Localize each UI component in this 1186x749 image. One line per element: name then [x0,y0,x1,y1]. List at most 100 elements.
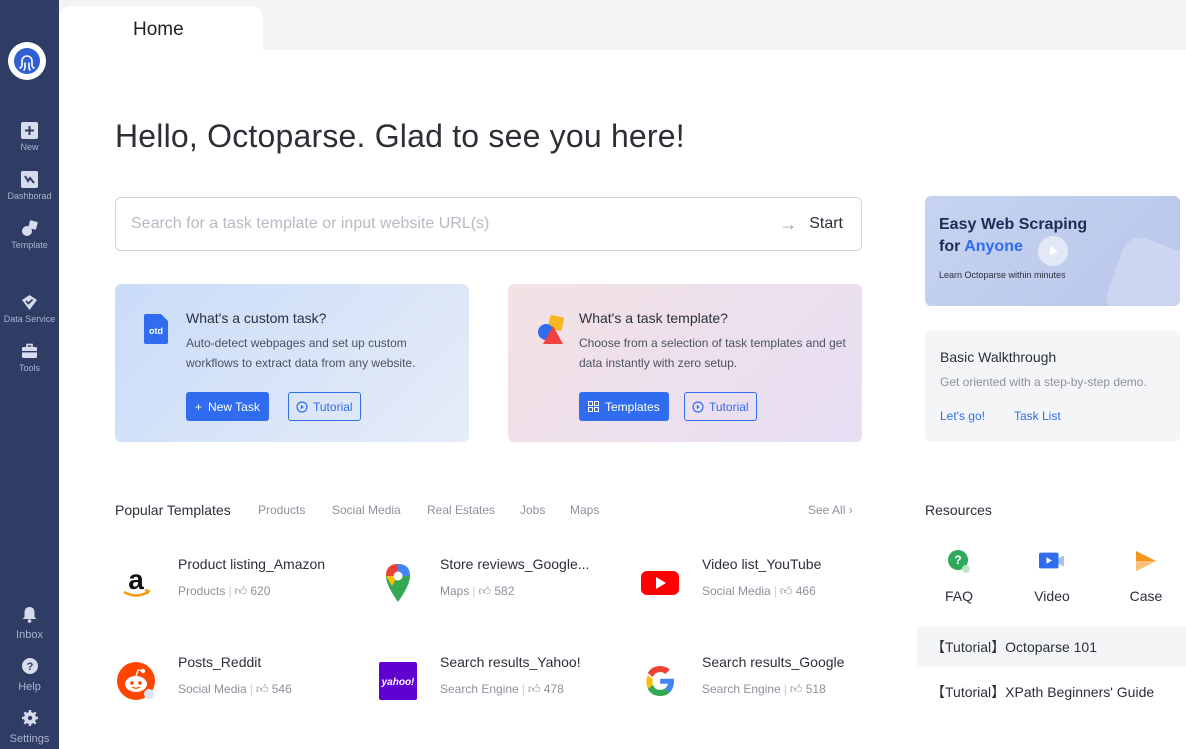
see-all-link[interactable]: See All › [808,503,853,517]
new-task-button[interactable]: + New Task [186,392,269,421]
card-description: Choose from a selection of task template… [579,336,846,370]
sidebar-item-label: Template [11,240,48,250]
template-name: Video list_YouTube [702,556,822,572]
template-category: Search Engine [702,682,781,696]
card-title: What's a custom task? [186,310,327,326]
sidebar-item-tools[interactable]: Tools [0,342,59,373]
sidebar-item-label: Help [18,681,41,693]
promo-highlight: Anyone [964,238,1023,255]
category-tab-real-estates[interactable]: Real Estates [427,503,495,517]
yahoo-logo-text: yahoo! [381,677,415,688]
template-name: Posts_Reddit [178,654,262,670]
sidebar: New Dashborad Template Data Service Tool… [0,0,59,749]
resource-faq[interactable]: ? FAQ [929,548,989,604]
google-logo [639,660,681,702]
template-meta: Products | 👍︎ 620 [178,584,271,598]
promo-subtitle: for Anyone [939,238,1023,256]
template-meta: Social Media | 👍︎ 466 [702,584,816,598]
tab-home[interactable]: Home [59,6,263,52]
resource-case[interactable]: Case [1116,548,1176,604]
template-item-google-maps[interactable]: Store reviews_Google... Maps | 👍︎ 582 [377,556,617,606]
template-item-amazon[interactable]: a Product listing_Amazon Products | 👍︎ 620 [115,556,355,606]
template-tutorial-button[interactable]: Tutorial [684,392,757,421]
lets-go-link[interactable]: Let's go! [940,409,985,423]
sidebar-item-help[interactable]: ? Help [0,657,59,693]
template-meta: Social Media | 👍︎ 546 [178,682,292,696]
plus-icon: + [195,399,203,414]
octoparse-logo[interactable] [8,42,46,80]
template-category: Social Media [702,584,771,598]
walkthrough-description: Get oriented with a step-by-step demo. [940,375,1147,389]
plus-square-icon [21,121,39,139]
template-likes: 620 [250,584,271,598]
template-name: Store reviews_Google... [440,556,590,572]
template-name: Search results_Google [702,654,845,670]
category-tab-social-media[interactable]: Social Media [332,503,401,517]
svg-text:?: ? [954,553,961,567]
data-service-icon [21,293,39,311]
thumbs-up-icon: 👍︎ [255,682,269,696]
category-tab-products[interactable]: Products [258,503,305,517]
tab-label: Home [133,19,184,40]
category-tab-maps[interactable]: Maps [570,503,599,517]
arrow-right-icon: → [779,213,798,234]
sidebar-item-new[interactable]: New [0,121,59,152]
search-input[interactable] [131,212,731,236]
sidebar-item-inbox[interactable]: Inbox [0,605,59,641]
youtube-logo [639,562,681,604]
template-likes: 518 [805,682,826,696]
custom-tutorial-button[interactable]: Tutorial [288,392,361,421]
play-icon[interactable] [1038,236,1068,266]
category-tab-jobs[interactable]: Jobs [520,503,545,517]
template-category: Maps [440,584,470,598]
dashboard-icon [21,170,39,188]
promo-title: Easy Web Scraping [939,216,1088,233]
walkthrough-title: Basic Walkthrough [940,349,1057,365]
promo-banner[interactable]: Easy Web Scraping for Anyone Learn Octop… [925,196,1180,306]
sidebar-item-dashboard[interactable]: Dashborad [0,170,59,201]
template-category: Social Media [178,682,247,696]
sidebar-item-settings[interactable]: Settings [0,709,59,745]
thumbs-up-icon: 👍︎ [478,584,492,598]
sidebar-item-label: Data Service [3,314,56,324]
thumbs-up-icon: 👍︎ [527,682,541,696]
video-icon [1039,548,1065,574]
faq-icon: ? [946,548,972,574]
decorative-shape [1101,232,1180,306]
custom-task-icon-text: otd [149,326,163,336]
template-item-google[interactable]: Search results_Google Search Engine | 👍︎ 5… [639,654,879,704]
resources-title: Resources [925,502,992,518]
thumbs-up-icon: 👍︎ [779,584,793,598]
sidebar-item-template[interactable]: Template [0,219,59,250]
template-meta: Maps | 👍︎ 582 [440,584,515,598]
card-description: Auto-detect webpages and set up custom w… [186,336,416,370]
task-template-card: What's a task template? Choose from a se… [508,284,862,442]
reddit-logo [115,660,157,702]
templates-button[interactable]: Templates [579,392,669,421]
template-item-yahoo[interactable]: yahoo! Search results_Yahoo! Search Engi… [377,654,617,704]
resource-label: Case [1129,588,1163,604]
shapes-icon [537,314,565,344]
promo-caption: Learn Octoparse within minutes [939,270,1066,280]
sidebar-item-label: New [20,142,39,152]
template-item-youtube[interactable]: Video list_YouTube Social Media | 👍︎ 466 [639,556,879,606]
template-meta: Search Engine | 👍︎ 518 [702,682,826,696]
tutorial-xpath-guide-link[interactable]: 【Tutorial】XPath Beginners' Guide [917,672,1186,712]
custom-task-icon: otd [144,314,172,344]
start-button[interactable]: → Start [779,212,843,236]
task-list-link[interactable]: Task List [1014,409,1061,423]
google-maps-logo [377,562,419,604]
template-category: Search Engine [440,682,519,696]
resource-video[interactable]: Video [1022,548,1082,604]
template-likes: 466 [795,584,816,598]
play-circle-icon [692,400,704,413]
template-item-reddit[interactable]: Posts_Reddit Social Media | 👍︎ 546 [115,654,355,704]
sidebar-item-data-service[interactable]: Data Service [0,293,59,324]
promo-prefix: for [939,238,965,255]
grid-icon [588,401,599,412]
help-icon: ? [21,657,39,675]
sidebar-item-label: Inbox [16,629,43,641]
tutorial-octoparse-101-link[interactable]: 【Tutorial】Octoparse 101 [917,627,1186,667]
toolbox-icon [21,342,39,360]
template-category: Products [178,584,226,598]
